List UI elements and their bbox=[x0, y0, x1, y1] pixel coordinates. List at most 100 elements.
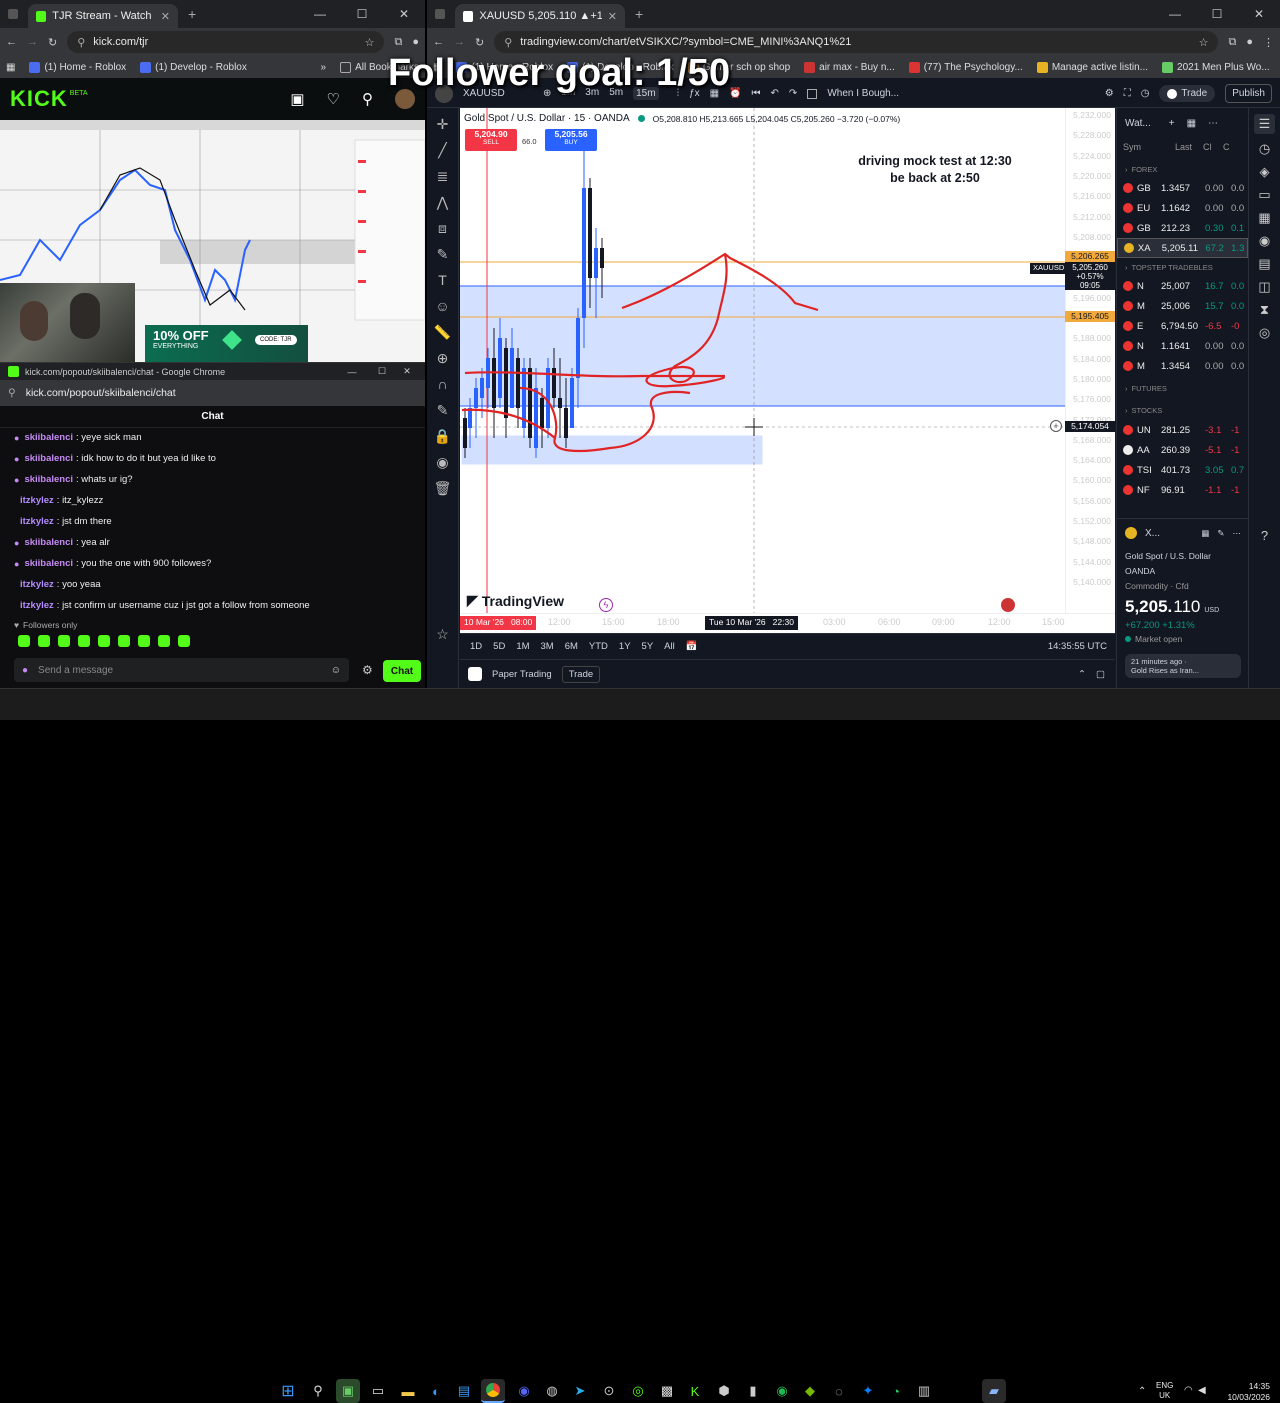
range-5Y[interactable]: 5Y bbox=[642, 641, 654, 652]
chat-send-button[interactable]: Chat bbox=[383, 660, 421, 682]
edge-icon[interactable]: ◐ bbox=[424, 1379, 448, 1403]
right-active-tab[interactable]: XAUUSD 5,205.110 ▲+1.31% ✕ bbox=[455, 4, 625, 28]
fullscreen-icon[interactable]: ⛶ bbox=[1124, 88, 1131, 99]
kick-logo[interactable]: KICK bbox=[10, 86, 68, 112]
forward-icon[interactable]: → bbox=[27, 36, 38, 48]
sell-button[interactable]: 5,204.90 SELL bbox=[465, 129, 517, 151]
profile-icon[interactable]: ● bbox=[1246, 36, 1253, 48]
chat-input[interactable]: ● Send a message ☺ bbox=[14, 658, 349, 682]
maximize-icon[interactable]: ☐ bbox=[1196, 7, 1238, 21]
watchlist-row[interactable]: N 1.1641 0.00 0.0 bbox=[1117, 336, 1248, 356]
add-symbol-icon[interactable]: + bbox=[1169, 118, 1175, 129]
extensions-icon[interactable]: ⧉ bbox=[1228, 36, 1236, 49]
minimize-icon[interactable]: — bbox=[1154, 7, 1196, 21]
reload-icon[interactable]: ↻ bbox=[475, 36, 484, 49]
minimize-icon[interactable]: — bbox=[337, 367, 367, 377]
left-bookmark-1[interactable]: (1) Develop - Roblox bbox=[140, 61, 247, 73]
app-icon[interactable]: ◎ bbox=[626, 1379, 650, 1403]
site-info-icon[interactable]: ⚲ bbox=[8, 387, 16, 399]
section-topstep[interactable]: › TOPSTEP TRADEBLES bbox=[1117, 258, 1248, 276]
lightning-icon[interactable]: ϟ bbox=[599, 598, 613, 612]
left-bookmark-0[interactable]: (1) Home - Roblox bbox=[29, 61, 126, 73]
close-tab-icon[interactable]: ✕ bbox=[608, 10, 617, 23]
epic-games-icon[interactable]: ▮ bbox=[741, 1379, 765, 1403]
app-icon[interactable]: ▣ bbox=[336, 1379, 360, 1403]
replay-icon[interactable]: ⏮ bbox=[752, 88, 761, 99]
close-tab-icon[interactable]: ✕ bbox=[161, 10, 170, 23]
emote-icon[interactable] bbox=[118, 635, 130, 647]
bookmark-star-icon[interactable]: ☆ bbox=[365, 36, 375, 49]
range-5D[interactable]: 5D bbox=[493, 641, 505, 652]
section-stocks[interactable]: › STOCKS bbox=[1117, 400, 1248, 420]
news-card[interactable]: 21 minutes ago · Gold Rises as Iran... bbox=[1125, 654, 1241, 678]
app-icon[interactable]: ▥ bbox=[912, 1379, 936, 1403]
pattern-icon[interactable]: ⋀ bbox=[431, 190, 455, 214]
new-tab-icon[interactable]: + bbox=[188, 6, 196, 22]
watchlist-row[interactable]: XA 5,205.11 67.2 1.3 bbox=[1117, 238, 1248, 258]
chat-message-list[interactable]: ● skiibalenci: yeye sick man ● skiibalenci:… bbox=[0, 427, 425, 613]
search-icon[interactable]: ⚲ bbox=[306, 1379, 330, 1403]
watchlist-row[interactable]: EU 1.1642 0.00 0.0 bbox=[1117, 198, 1248, 218]
system-clock[interactable]: 14:35 10/03/2026 bbox=[1212, 1381, 1270, 1403]
emote-icon[interactable] bbox=[98, 635, 110, 647]
app-icon[interactable]: ⬢ bbox=[712, 1379, 736, 1403]
alert-icon[interactable]: ⏰ bbox=[729, 88, 741, 99]
chat-username[interactable]: itzkylez bbox=[20, 600, 54, 611]
range-6M[interactable]: 6M bbox=[565, 641, 578, 652]
snapshot-icon[interactable]: ◷ bbox=[1141, 88, 1150, 99]
trade-tab[interactable]: Trade bbox=[561, 665, 601, 683]
start-icon[interactable]: ⊞ bbox=[276, 1379, 300, 1403]
emote-icon[interactable] bbox=[138, 635, 150, 647]
search-icon[interactable]: ⚲ bbox=[362, 90, 373, 108]
messenger-icon[interactable]: ✦ bbox=[856, 1379, 880, 1403]
more-icon[interactable]: ⋯ bbox=[1208, 118, 1218, 129]
emote-icon[interactable] bbox=[158, 635, 170, 647]
extensions-icon[interactable]: ⧉ bbox=[394, 36, 402, 49]
buy-button[interactable]: 5,205.56 BUY bbox=[545, 129, 597, 151]
range-1D[interactable]: 1D bbox=[470, 641, 482, 652]
site-info-icon[interactable]: ⚲ bbox=[77, 36, 85, 49]
app-icon[interactable]: ▰ bbox=[982, 1379, 1006, 1403]
range-YTD[interactable]: YTD bbox=[589, 641, 608, 652]
kick-app-icon[interactable]: K bbox=[683, 1379, 707, 1403]
fib-icon[interactable]: ≣ bbox=[431, 164, 455, 188]
maximize-panel-icon[interactable]: ▢ bbox=[1096, 669, 1105, 680]
left-address-bar[interactable]: ⚲ kick.com/tjr ☆ bbox=[67, 31, 385, 53]
trash-icon[interactable]: 🗑 bbox=[431, 476, 455, 500]
trade-button[interactable]: Trade bbox=[1159, 85, 1216, 102]
microphone-icon[interactable]: ● bbox=[22, 665, 28, 676]
favorites-icon[interactable]: ☆ bbox=[431, 622, 455, 646]
flag-icon[interactable] bbox=[1001, 598, 1015, 612]
paper-trading-tab[interactable]: Paper Trading bbox=[492, 669, 552, 680]
chat-username[interactable]: skiibalenci bbox=[24, 558, 73, 569]
watchlist-row[interactable]: TSI 401.73 3.05 0.7 bbox=[1117, 460, 1248, 480]
help-icon[interactable]: ? bbox=[1261, 528, 1268, 543]
screener-icon[interactable]: ▤ bbox=[1258, 256, 1270, 272]
text-icon[interactable]: T bbox=[431, 268, 455, 292]
calendar-icon[interactable]: ▦ bbox=[1258, 210, 1270, 226]
right-bookmark-3[interactable]: air max - Buy n... bbox=[804, 61, 895, 73]
tab-search-icon[interactable] bbox=[435, 9, 445, 19]
chat-username[interactable]: itzkylez bbox=[20, 579, 54, 590]
theater-icon[interactable]: ▣ bbox=[290, 90, 304, 108]
maximize-icon[interactable]: ☐ bbox=[367, 366, 397, 377]
chat-username[interactable]: skiibalenci bbox=[24, 432, 73, 443]
section-futures[interactable]: › FUTURES bbox=[1117, 376, 1248, 400]
stream-video[interactable]: 10% OFF EVERYTHING CODE: TJR bbox=[0, 120, 425, 362]
price-axis[interactable]: 5,232.000 5,228.000 5,224.000 5,220.000 5,21… bbox=[1065, 108, 1115, 613]
watchlist-row[interactable]: GB 212.23 0.30 0.1 bbox=[1117, 218, 1248, 238]
back-icon[interactable]: ← bbox=[433, 36, 444, 48]
range-All[interactable]: All bbox=[664, 641, 675, 652]
alert-checkbox[interactable] bbox=[807, 88, 818, 99]
trend-line-icon[interactable]: ╱ bbox=[431, 138, 455, 162]
ideas-icon[interactable]: ◉ bbox=[1259, 233, 1270, 249]
lock-drawing-icon[interactable]: ✎ bbox=[431, 398, 455, 422]
emote-icon[interactable] bbox=[58, 635, 70, 647]
range-3M[interactable]: 3M bbox=[541, 641, 554, 652]
chat-icon[interactable]: ▭ bbox=[1258, 187, 1270, 203]
app-icon[interactable]: ⊙ bbox=[597, 1379, 621, 1403]
store-icon[interactable]: ▤ bbox=[452, 1379, 476, 1403]
instrument-title[interactable]: Gold Spot / U.S. Dollar · 15 · OANDA bbox=[464, 113, 630, 124]
utc-clock[interactable]: 14:35:55 UTC bbox=[1048, 641, 1107, 652]
grid-icon[interactable]: ▦ bbox=[1201, 528, 1209, 539]
